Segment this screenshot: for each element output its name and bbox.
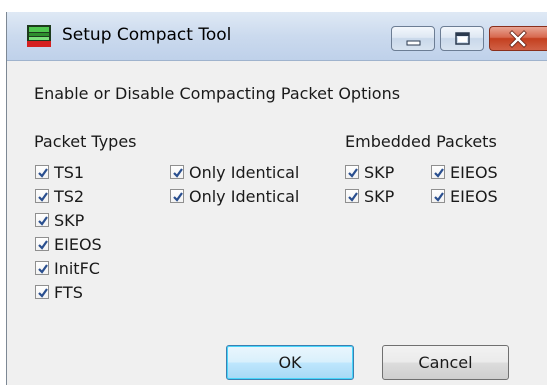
title-bar[interactable]: Setup Compact Tool (7, 12, 547, 61)
checkmark-icon (38, 216, 48, 226)
checkbox-box[interactable] (345, 165, 359, 179)
checkbox-label: EIEOS (54, 234, 102, 254)
checkmark-icon (38, 240, 48, 250)
window-title: Setup Compact Tool (62, 25, 232, 45)
checkbox-ts1-only-identical[interactable]: Only Identical (170, 162, 299, 182)
checkmark-icon (348, 192, 358, 202)
checkbox-eieos[interactable]: EIEOS (35, 234, 102, 254)
checkbox-box[interactable] (35, 213, 49, 227)
checkbox-label: EIEOS (450, 162, 498, 182)
checkmark-icon (348, 168, 358, 178)
checkbox-ts2[interactable]: TS2 (35, 186, 84, 206)
dialog-heading: Enable or Disable Compacting Packet Opti… (34, 84, 401, 103)
checkmark-icon (434, 168, 444, 178)
checkbox-label: Only Identical (189, 186, 300, 206)
checkbox-box[interactable] (170, 165, 184, 179)
checkbox-box[interactable] (431, 189, 445, 203)
checkbox-ts1-embedded-eieos[interactable]: EIEOS (431, 162, 498, 182)
checkmark-icon (173, 168, 183, 178)
checkbox-label: InitFC (54, 258, 100, 278)
checkmark-icon (38, 264, 48, 274)
maximize-icon (455, 32, 470, 45)
minimize-icon (406, 40, 421, 46)
checkbox-box[interactable] (431, 165, 445, 179)
close-icon (509, 30, 527, 48)
checkbox-label: SKP (364, 186, 395, 206)
close-button[interactable] (489, 26, 547, 51)
checkbox-box[interactable] (35, 165, 49, 179)
embedded-packets-label: Embedded Packets (345, 132, 497, 151)
checkbox-ts2-embedded-eieos[interactable]: EIEOS (431, 186, 498, 206)
checkmark-icon (173, 192, 183, 202)
checkbox-label: TS2 (54, 186, 85, 206)
checkbox-label: Only Identical (189, 162, 300, 182)
checkbox-label: TS1 (54, 162, 85, 182)
checkbox-fts[interactable]: FTS (35, 282, 83, 302)
checkbox-label: SKP (364, 162, 395, 182)
cancel-button[interactable]: Cancel (382, 345, 509, 380)
checkbox-ts2-embedded-skp[interactable]: SKP (345, 186, 394, 206)
checkbox-box[interactable] (35, 237, 49, 251)
checkbox-ts2-only-identical[interactable]: Only Identical (170, 186, 299, 206)
checkmark-icon (38, 288, 48, 298)
minimize-button[interactable] (391, 26, 435, 51)
checkbox-box[interactable] (345, 189, 359, 203)
checkbox-box[interactable] (35, 285, 49, 299)
checkbox-box[interactable] (35, 261, 49, 275)
packet-types-label: Packet Types (34, 132, 137, 151)
checkbox-label: SKP (54, 210, 85, 230)
checkbox-box[interactable] (170, 189, 184, 203)
checkbox-skp[interactable]: SKP (35, 210, 84, 230)
checkmark-icon (38, 168, 48, 178)
checkbox-ts1[interactable]: TS1 (35, 162, 84, 182)
checkmark-icon (434, 192, 444, 202)
checkbox-initfc[interactable]: InitFC (35, 258, 100, 278)
checkmark-icon (38, 192, 48, 202)
setup-compact-tool-dialog: Setup Compact Tool Enable or Disable Com… (6, 12, 547, 385)
compact-tool-icon (27, 25, 51, 47)
checkbox-box[interactable] (35, 189, 49, 203)
maximize-button[interactable] (440, 26, 484, 51)
checkbox-ts1-embedded-skp[interactable]: SKP (345, 162, 394, 182)
ok-button[interactable]: OK (226, 345, 354, 380)
checkbox-label: FTS (54, 282, 83, 302)
checkbox-label: EIEOS (450, 186, 498, 206)
